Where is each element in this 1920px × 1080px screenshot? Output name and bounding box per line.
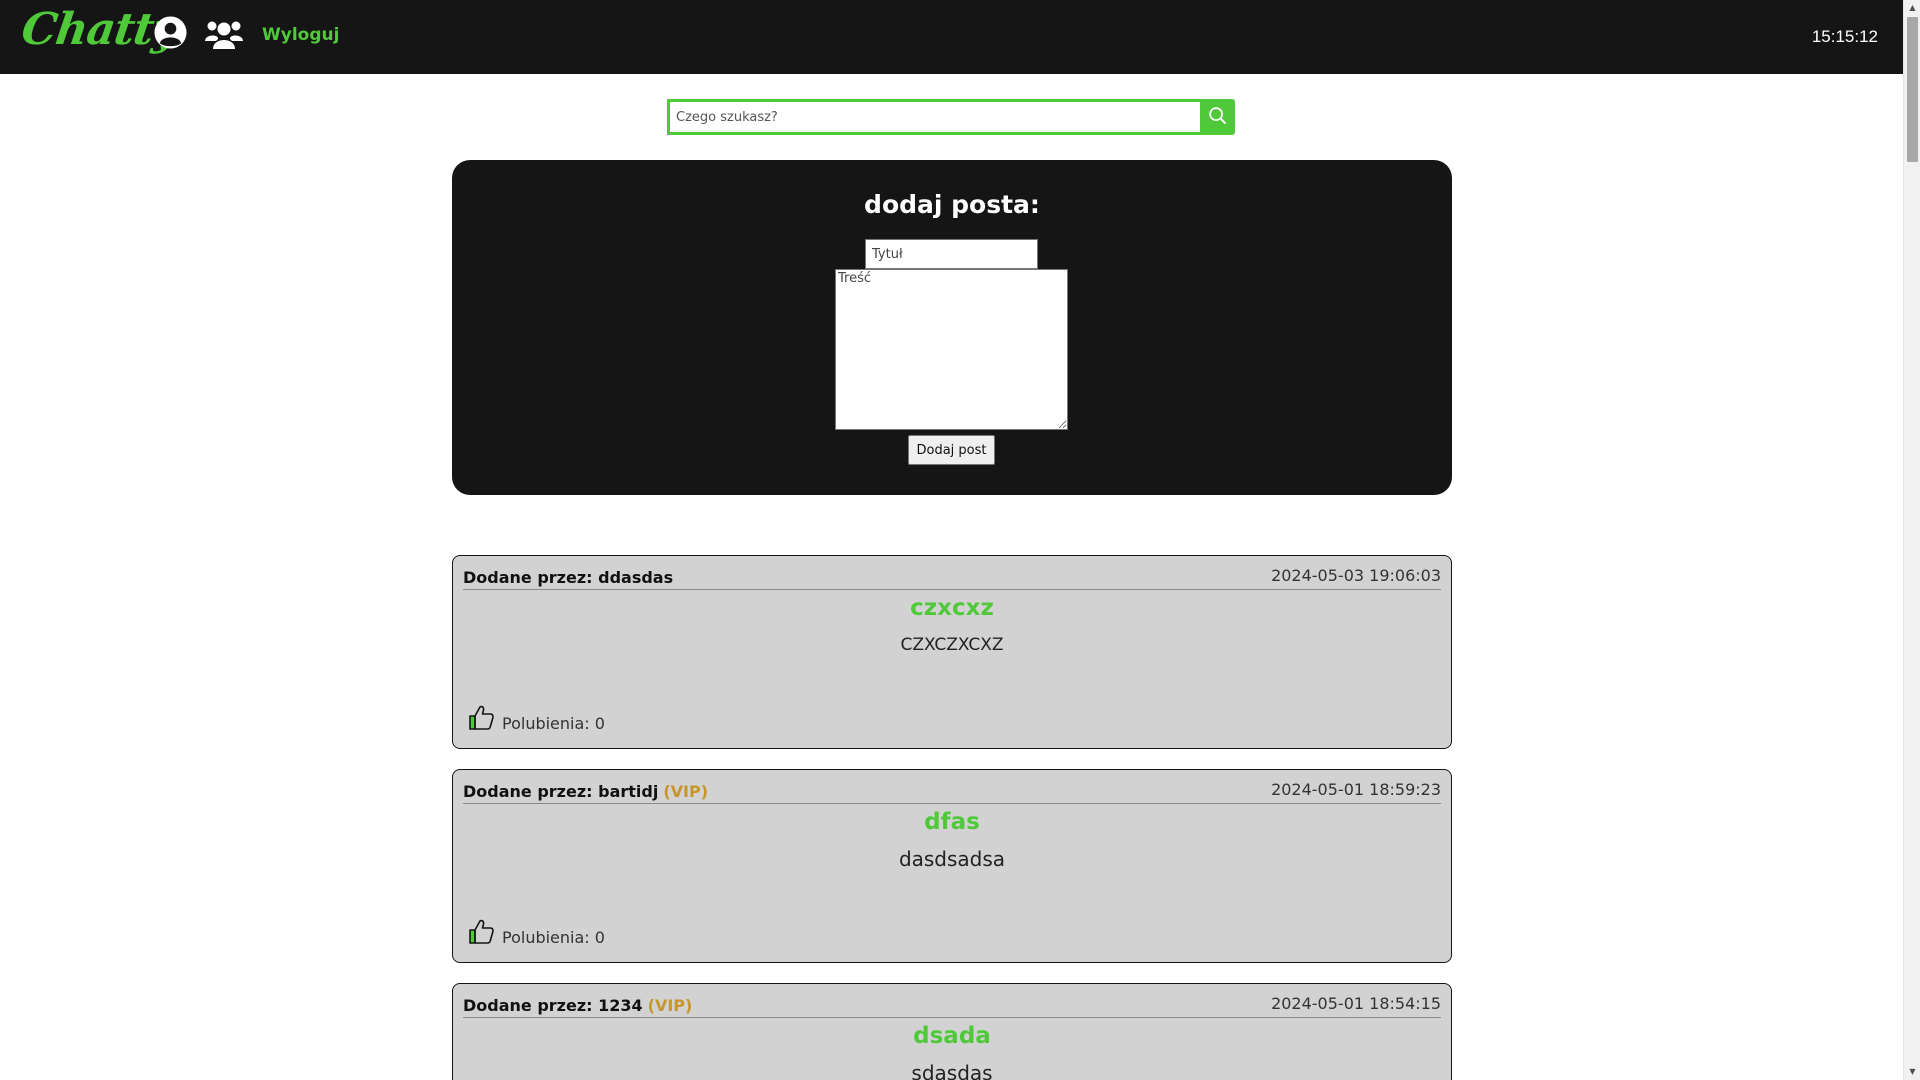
author-prefix: Dodane przez:: [463, 782, 599, 801]
post-header: Dodane przez: bartidj (VIP) 2024-05-01 18…: [463, 780, 1441, 804]
scroll-down-arrow-icon[interactable]: ▼: [1904, 1064, 1920, 1080]
author-name[interactable]: bartidj: [598, 782, 658, 801]
post-author: Dodane przez: 1234 (VIP): [463, 996, 692, 1015]
logout-link[interactable]: Wyloguj: [262, 25, 339, 45]
profile-icon[interactable]: [153, 15, 188, 50]
post-author: Dodane przez: bartidj (VIP): [463, 782, 708, 801]
post-card: Dodane przez: ddasdas 2024-05-03 19:06:0…: [452, 555, 1452, 749]
author-name[interactable]: 1234: [598, 996, 643, 1015]
author-prefix: Dodane przez:: [463, 568, 599, 587]
post-date: 2024-05-01 18:59:23: [1271, 780, 1441, 799]
thumbs-up-icon[interactable]: [467, 703, 495, 731]
post-card: Dodane przez: 1234 (VIP) 2024-05-01 18:54…: [452, 983, 1452, 1080]
search-bar: [667, 99, 1235, 135]
post-card: Dodane przez: bartidj (VIP) 2024-05-01 18…: [452, 769, 1452, 963]
search-icon: [1208, 106, 1227, 128]
add-post-heading: dodaj posta:: [864, 190, 1040, 219]
page-scrollbar[interactable]: ▲ ▼: [1903, 0, 1920, 1080]
post-date: 2024-05-03 19:06:03: [1271, 566, 1441, 585]
scroll-thumb[interactable]: [1907, 17, 1918, 162]
likes-count: Polubienia: 0: [502, 928, 605, 947]
friends-icon[interactable]: [204, 19, 244, 51]
top-bar: Chatty Wyloguj 15:15:12: [0, 0, 1903, 74]
post-body: sdasdas: [911, 1061, 993, 1080]
post-content-textarea[interactable]: [835, 269, 1068, 430]
scroll-up-arrow-icon[interactable]: ▲: [1904, 0, 1920, 16]
post-body: CZXCZXCXZ: [900, 635, 1004, 655]
post-header: Dodane przez: ddasdas 2024-05-03 19:06:0…: [463, 566, 1441, 590]
post-title: dsada: [913, 1023, 991, 1049]
post-title: dfas: [924, 809, 980, 835]
vip-badge: (VIP): [647, 996, 693, 1015]
vip-badge: (VIP): [663, 782, 709, 801]
thumbs-up-icon[interactable]: [467, 917, 495, 945]
post-date: 2024-05-01 18:54:15: [1271, 994, 1441, 1013]
post-header: Dodane przez: 1234 (VIP) 2024-05-01 18:54…: [463, 994, 1441, 1018]
post-body: dasdsadsa: [898, 847, 1006, 871]
author-prefix: Dodane przez:: [463, 996, 599, 1015]
search-button[interactable]: [1200, 99, 1235, 135]
add-post-panel: dodaj posta: Dodaj post: [452, 160, 1452, 495]
post-title: czxcxz: [910, 595, 994, 621]
clock: 15:15:12: [1811, 27, 1878, 46]
search-input[interactable]: [667, 99, 1200, 135]
author-name[interactable]: ddasdas: [598, 568, 673, 587]
likes-count: Polubienia: 0: [502, 714, 605, 733]
post-title-input[interactable]: [865, 239, 1038, 269]
post-author: Dodane przez: ddasdas: [463, 568, 673, 587]
page: Chatty Wyloguj 15:15:12 Czego szukasz? d…: [0, 0, 1920, 1080]
add-post-button[interactable]: Dodaj post: [908, 435, 995, 465]
